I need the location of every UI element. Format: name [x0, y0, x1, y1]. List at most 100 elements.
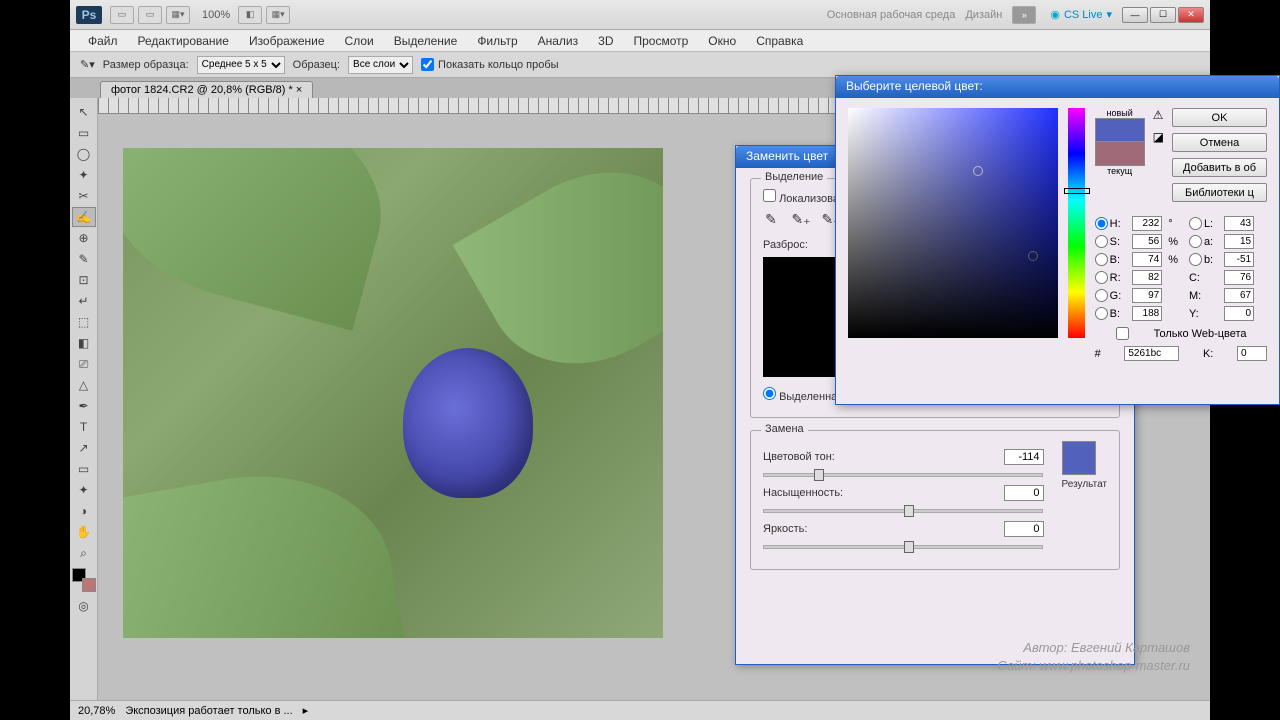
tb-btn-1[interactable]: ▭ [110, 6, 134, 24]
menu-file[interactable]: Файл [78, 31, 128, 51]
color-libraries-button[interactable]: Библиотеки ц [1172, 183, 1267, 202]
cancel-button[interactable]: Отмена [1172, 133, 1267, 152]
menu-help[interactable]: Справка [746, 31, 813, 51]
tb-btn-4[interactable]: ◧ [238, 6, 262, 24]
menu-edit[interactable]: Редактирование [128, 31, 239, 51]
close-tab-icon[interactable]: × [296, 84, 302, 96]
bv-input[interactable] [1132, 306, 1162, 321]
s-input[interactable] [1132, 234, 1162, 249]
web-only-check[interactable]: Только Web-цвета [1095, 327, 1247, 340]
eyedropper-icon[interactable]: ✎ [763, 211, 779, 227]
g-input[interactable] [1132, 288, 1162, 303]
cslive-link[interactable]: ◉CS Live▾ [1050, 8, 1112, 21]
eyedropper-plus-icon[interactable]: ✎₊ [793, 211, 809, 227]
b-input[interactable] [1132, 252, 1162, 267]
hand-tool[interactable]: ✋ [72, 522, 96, 542]
3d-tool[interactable]: ✦ [72, 480, 96, 500]
bv-radio[interactable]: B: [1095, 307, 1129, 320]
light-slider[interactable] [763, 545, 1043, 549]
status-dropdown-icon[interactable]: ▸ [303, 704, 309, 717]
close-button[interactable]: ✕ [1178, 7, 1204, 23]
hex-input[interactable] [1124, 346, 1179, 361]
eyedropper-tool[interactable]: ✍ [72, 207, 96, 227]
warn-icon[interactable]: ⚠ [1153, 108, 1164, 122]
marquee-tool[interactable]: ▭ [72, 123, 96, 143]
result-swatch[interactable] [1062, 441, 1096, 475]
h-radio[interactable]: H: [1095, 217, 1129, 230]
bb-radio[interactable]: b: [1189, 253, 1220, 266]
hue-pointer[interactable] [1064, 188, 1090, 194]
workspace-expand[interactable]: » [1012, 6, 1036, 24]
lasso-tool[interactable]: ◯ [72, 144, 96, 164]
eraser-tool[interactable]: ⬚ [72, 312, 96, 332]
menu-layer[interactable]: Слои [335, 31, 384, 51]
wand-tool[interactable]: ✦ [72, 165, 96, 185]
color-field[interactable] [848, 108, 1058, 338]
sample-select[interactable]: Все слои [348, 56, 413, 74]
picker-title[interactable]: Выберите целевой цвет: [836, 76, 1279, 98]
status-zoom[interactable]: 20,78% [78, 705, 115, 717]
blur-tool[interactable]: ⎚ [72, 354, 96, 374]
k-input[interactable] [1237, 346, 1267, 361]
zoom-display[interactable]: 100% [202, 9, 230, 21]
hue-input[interactable] [1004, 449, 1044, 465]
workspace-design[interactable]: Дизайн [965, 9, 1002, 21]
tb-btn-5[interactable]: ▦▾ [266, 6, 290, 24]
s-radio[interactable]: S: [1095, 235, 1129, 248]
add-swatch-button[interactable]: Добавить в об [1172, 158, 1267, 177]
l-input[interactable] [1224, 216, 1254, 231]
type-tool[interactable]: T [72, 417, 96, 437]
maximize-button[interactable]: ☐ [1150, 7, 1176, 23]
cube-icon[interactable]: ◪ [1153, 130, 1164, 144]
pen-tool[interactable]: ✒ [72, 396, 96, 416]
light-input[interactable] [1004, 521, 1044, 537]
quickmask-toggle[interactable]: ◎ [72, 596, 96, 616]
dodge-tool[interactable]: △ [72, 375, 96, 395]
3d-cam-tool[interactable]: ◑ [72, 501, 96, 521]
current-color-swatch[interactable] [1095, 142, 1145, 166]
tb-btn-3[interactable]: ▦▾ [166, 6, 190, 24]
menu-filter[interactable]: Фильтр [467, 31, 527, 51]
zoom-tool[interactable]: ⌕ [72, 543, 96, 563]
menu-select[interactable]: Выделение [384, 31, 468, 51]
h-input[interactable] [1132, 216, 1162, 231]
localized-check[interactable]: Локализован [763, 193, 845, 205]
ok-button[interactable]: OK [1172, 108, 1267, 127]
history-brush-tool[interactable]: ↵ [72, 291, 96, 311]
brush-tool[interactable]: ✎ [72, 249, 96, 269]
show-ring-check[interactable]: Показать кольцо пробы [421, 58, 559, 71]
sample-size-select[interactable]: Среднее 5 x 5 [197, 56, 285, 74]
menu-image[interactable]: Изображение [239, 31, 335, 51]
gradient-tool[interactable]: ◧ [72, 333, 96, 353]
c-input[interactable] [1224, 270, 1254, 285]
path-tool[interactable]: ↗ [72, 438, 96, 458]
color-swatches[interactable] [72, 568, 96, 592]
sat-input[interactable] [1004, 485, 1044, 501]
r-radio[interactable]: R: [1095, 271, 1129, 284]
doc-tab[interactable]: фотог 1824.CR2 @ 20,8% (RGB/8) * × [100, 81, 313, 98]
b-radio[interactable]: B: [1095, 253, 1129, 266]
m-input[interactable] [1224, 288, 1254, 303]
menu-3d[interactable]: 3D [588, 31, 623, 51]
hue-strip[interactable] [1068, 108, 1084, 338]
move-tool[interactable]: ↖ [72, 102, 96, 122]
tb-btn-2[interactable]: ▭ [138, 6, 162, 24]
sat-slider[interactable] [763, 509, 1043, 513]
stamp-tool[interactable]: ⊡ [72, 270, 96, 290]
r-input[interactable] [1132, 270, 1162, 285]
minimize-button[interactable]: — [1122, 7, 1148, 23]
g-radio[interactable]: G: [1095, 289, 1129, 302]
crop-tool[interactable]: ✂ [72, 186, 96, 206]
a-radio[interactable]: a: [1189, 235, 1220, 248]
menu-analysis[interactable]: Анализ [528, 31, 589, 51]
bb-input[interactable] [1224, 252, 1254, 267]
workspace-essentials[interactable]: Основная рабочая среда [827, 9, 956, 21]
menu-view[interactable]: Просмотр [623, 31, 698, 51]
a-input[interactable] [1224, 234, 1254, 249]
l-radio[interactable]: L: [1189, 217, 1220, 230]
hue-slider[interactable] [763, 473, 1043, 477]
heal-tool[interactable]: ⊕ [72, 228, 96, 248]
y-input[interactable] [1224, 306, 1254, 321]
background-color[interactable] [82, 578, 96, 592]
menu-window[interactable]: Окно [698, 31, 746, 51]
